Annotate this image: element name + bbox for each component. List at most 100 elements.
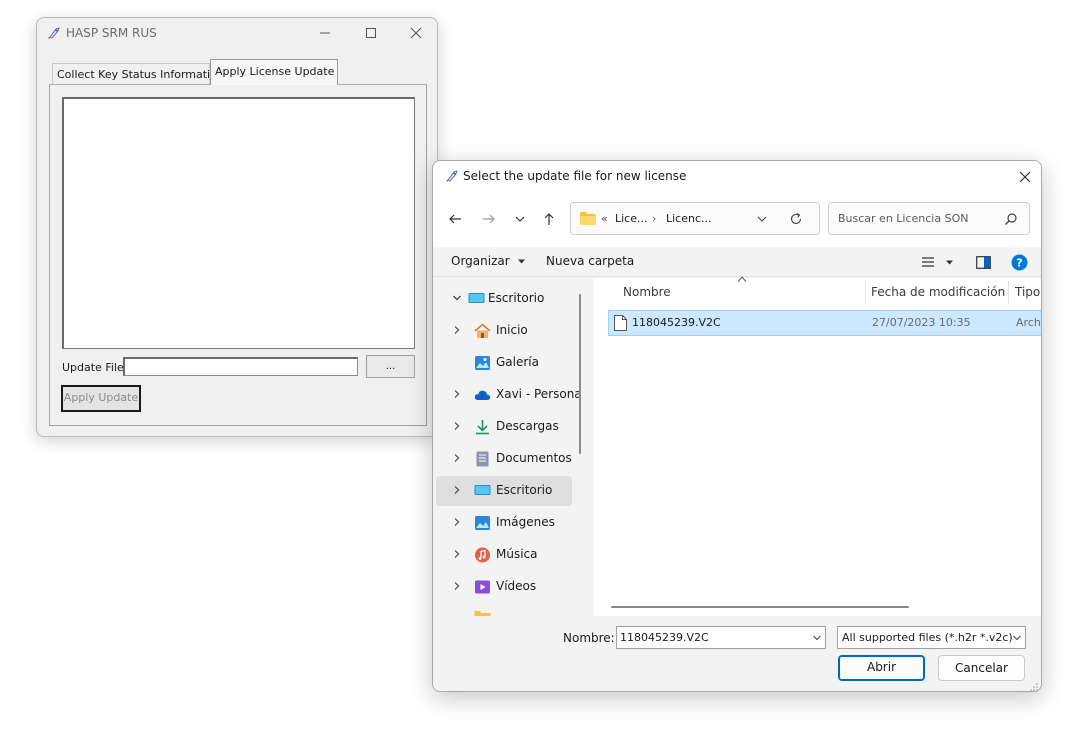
hasp-titlebar[interactable]: HASP SRM RUS: [37, 18, 437, 48]
tree-item-inicio[interactable]: Inicio: [436, 316, 572, 346]
tree-item-escritorio-root[interactable]: Escritorio: [436, 284, 572, 314]
cloud-icon: [474, 390, 491, 400]
forward-button[interactable]: [478, 209, 500, 229]
tab-panel: Update File ... Apply Update: [49, 84, 427, 426]
chevron-right-icon[interactable]: [452, 581, 462, 591]
chevron-down-icon: [515, 216, 525, 222]
desktop-icon: [468, 293, 485, 303]
recent-locations-button[interactable]: [509, 209, 531, 229]
back-button[interactable]: [444, 209, 466, 229]
browse-button[interactable]: ...: [366, 355, 415, 378]
horizontal-scrollbar[interactable]: [611, 606, 909, 608]
minimize-icon: [320, 32, 330, 34]
organize-label: Organizar: [451, 254, 510, 268]
svg-text:?: ?: [1016, 256, 1022, 269]
column-header-date[interactable]: Fecha de modificación: [871, 278, 1005, 308]
list-view-icon: [922, 257, 934, 267]
organize-menu[interactable]: Organizar: [451, 254, 526, 268]
tree-item-label: Música: [496, 547, 538, 561]
chevron-right-icon[interactable]: [452, 453, 462, 463]
tree-item-label: Descargas: [496, 419, 559, 433]
filename-input[interactable]: 118045239.V2C: [620, 631, 709, 644]
tree-item-escritorio[interactable]: Escritorio: [436, 476, 572, 506]
file-type-filter[interactable]: All supported files (*.h2r *.v2c): [837, 626, 1026, 649]
open-button[interactable]: Abrir: [838, 655, 925, 681]
rocket-app-icon: [48, 27, 60, 39]
close-icon: [410, 27, 422, 39]
breadcrumb-overflow[interactable]: «: [601, 212, 608, 225]
breadcrumb-segment[interactable]: Licenc...: [666, 212, 712, 225]
tree-item-musica[interactable]: Música: [436, 540, 572, 570]
preview-pane-icon: [975, 255, 991, 269]
breadcrumb-separator: ›: [652, 212, 657, 225]
chevron-right-icon[interactable]: [452, 325, 462, 335]
dialog-close-button[interactable]: [1015, 167, 1035, 187]
new-folder-button[interactable]: Nueva carpeta: [546, 254, 634, 268]
arrow-up-icon: [544, 213, 554, 225]
address-bar[interactable]: « Lice... › Licenc...: [570, 202, 820, 235]
chevron-right-icon[interactable]: [452, 549, 462, 559]
tree-item-videos[interactable]: Vídeos: [436, 572, 572, 602]
maximize-button[interactable]: [348, 18, 394, 48]
minimize-button[interactable]: [302, 18, 348, 48]
filename-combobox[interactable]: 118045239.V2C: [616, 626, 826, 649]
chevron-right-icon[interactable]: [452, 421, 462, 431]
tab-apply-license-update[interactable]: Apply License Update: [210, 59, 338, 85]
document-icon: [476, 451, 489, 467]
tree-scrollbar[interactable]: [579, 294, 581, 454]
column-separator[interactable]: [1008, 280, 1009, 304]
apply-update-button[interactable]: Apply Update: [61, 385, 141, 412]
view-dropdown-button[interactable]: [940, 253, 958, 271]
column-separator[interactable]: [865, 280, 866, 304]
tree-item-xavi-personal[interactable]: Xavi - Persona: [436, 380, 582, 410]
filename-label: Nombre:: [563, 631, 615, 645]
arrow-left-icon: [449, 214, 461, 224]
status-textarea[interactable]: [62, 97, 415, 349]
tree-item-label: Inicio: [496, 323, 528, 337]
breadcrumb-segment[interactable]: Lice...: [615, 212, 648, 225]
navigation-bar: « Lice... › Licenc... Buscar en Licencia…: [433, 191, 1041, 247]
resize-grip-icon[interactable]: [1029, 682, 1039, 692]
search-box[interactable]: Buscar en Licencia SON: [828, 202, 1030, 235]
refresh-icon[interactable]: [789, 212, 803, 226]
chevron-down-icon[interactable]: [452, 293, 462, 303]
column-header-type[interactable]: Tipo: [1015, 278, 1040, 308]
download-icon: [476, 420, 489, 435]
cancel-button[interactable]: Cancelar: [938, 655, 1025, 681]
tree-item-galeria[interactable]: Galería: [436, 348, 572, 378]
tree-item-documentos[interactable]: Documentos: [436, 444, 572, 474]
file-type-filter-value: All supported files (*.h2r *.v2c): [842, 631, 1013, 644]
file-dialog: Select the update file for new license «…: [432, 160, 1042, 692]
up-button[interactable]: [538, 209, 560, 229]
dialog-footer: Nombre: 118045239.V2C All supported file…: [433, 616, 1041, 692]
dialog-titlebar[interactable]: Select the update file for new license: [433, 161, 1041, 191]
file-list: Nombre Fecha de modificación Tipo 118045…: [593, 276, 1041, 616]
chevron-right-icon[interactable]: [452, 485, 462, 495]
chevron-right-icon[interactable]: [452, 517, 462, 527]
tree-item-label: Escritorio: [488, 291, 545, 305]
update-file-input[interactable]: [123, 357, 358, 376]
close-button[interactable]: [393, 18, 437, 48]
tab-collect-key-status[interactable]: Collect Key Status Information: [52, 63, 224, 84]
search-input[interactable]: Buscar en Licencia SON: [838, 212, 968, 225]
column-header-name[interactable]: Nombre: [623, 278, 671, 308]
chevron-right-icon[interactable]: [452, 389, 462, 399]
dialog-title: Select the update file for new license: [463, 169, 687, 183]
file-row[interactable]: 118045239.V2C 27/07/2023 10:35 Archi: [608, 310, 1041, 336]
chevron-down-icon[interactable]: [812, 633, 822, 643]
preview-pane-button[interactable]: [974, 253, 992, 271]
video-icon: [475, 580, 490, 594]
help-icon: ?: [1011, 254, 1027, 270]
tree-item-imagenes[interactable]: Imágenes: [436, 508, 572, 538]
tree-item-clipped[interactable]: [436, 604, 572, 616]
arrow-right-icon: [483, 214, 495, 224]
maximize-icon: [366, 28, 376, 38]
search-icon: [1005, 213, 1017, 225]
tree-item-label: Xavi - Persona: [496, 387, 582, 401]
view-options-button[interactable]: [919, 253, 937, 271]
chevron-down-icon[interactable]: [1012, 633, 1022, 643]
tree-item-descargas[interactable]: Descargas: [436, 412, 572, 442]
help-button[interactable]: ?: [1010, 253, 1028, 271]
command-bar: Organizar Nueva carpeta ?: [433, 247, 1041, 277]
chevron-down-icon[interactable]: [755, 212, 769, 226]
